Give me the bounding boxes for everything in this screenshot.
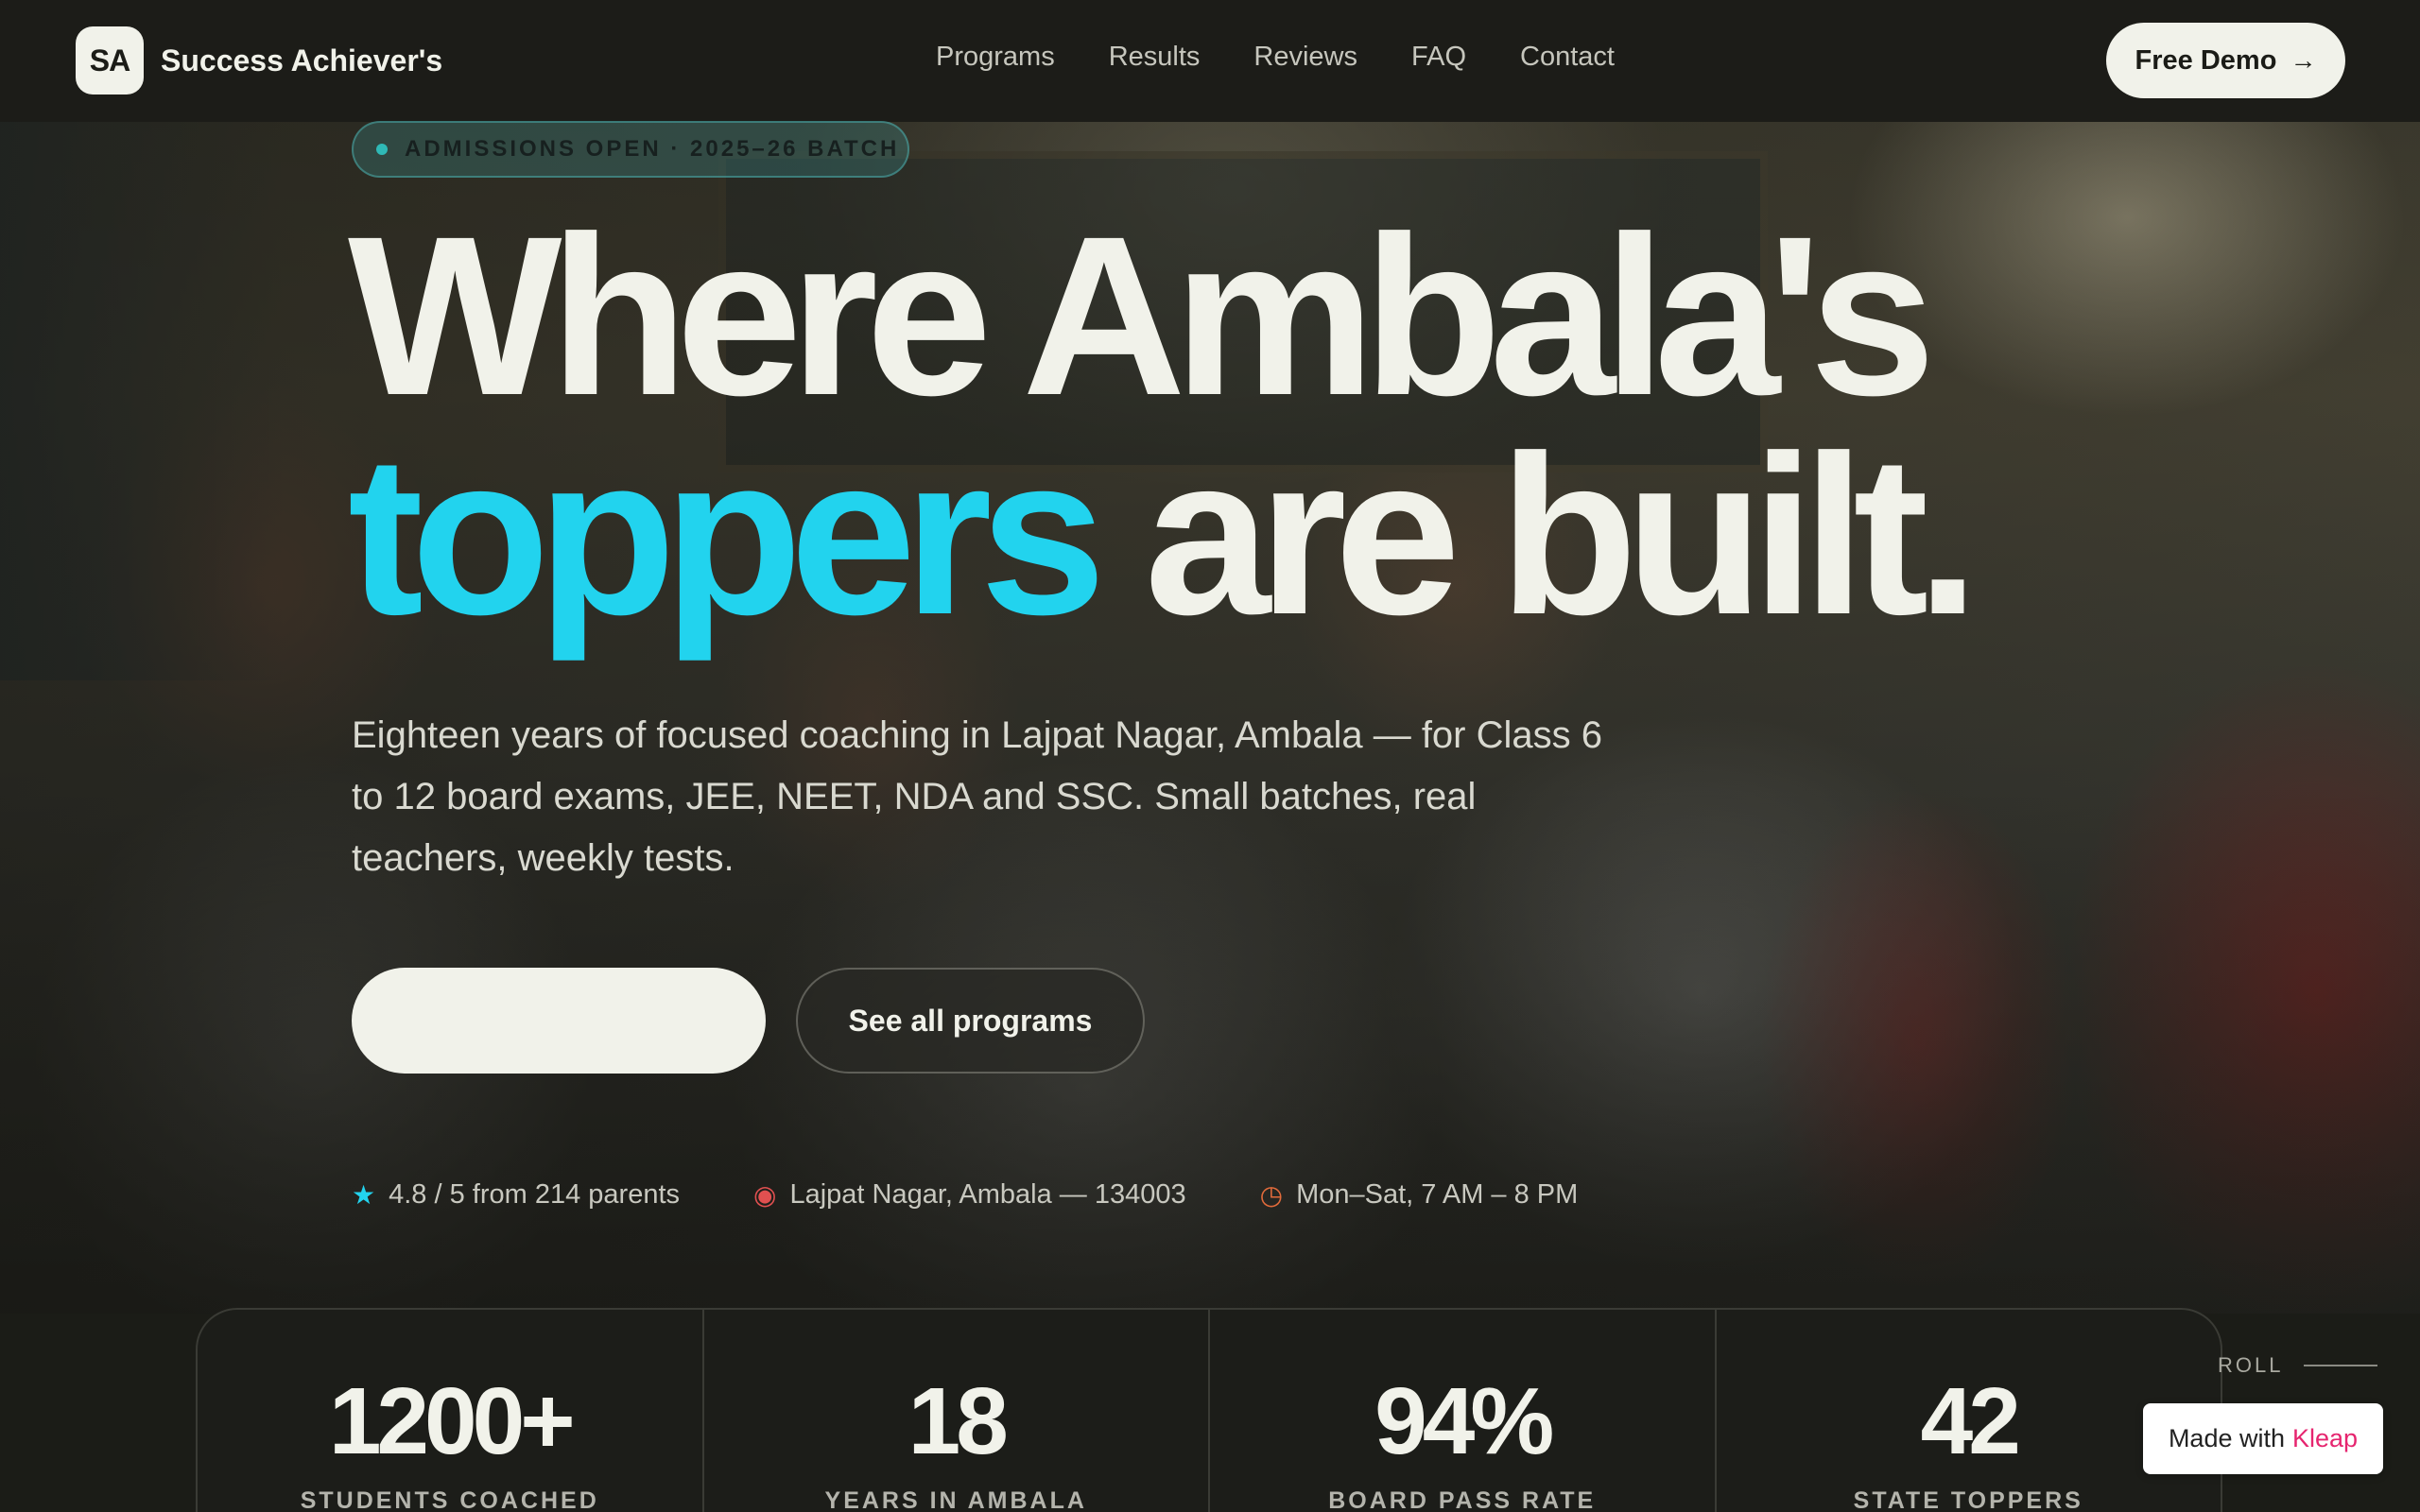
star-icon: ★ xyxy=(352,1180,376,1210)
stat-value: 1200+ xyxy=(328,1368,576,1474)
free-demo-label: Free Demo xyxy=(2135,44,2277,76)
scroll-hint[interactable]: ROLL xyxy=(2218,1353,2378,1378)
primary-cta-button[interactable] xyxy=(352,968,766,1074)
made-with-brand: Kleap xyxy=(2292,1424,2359,1452)
stat-pass-rate: 94% BOARD PASS RATE xyxy=(1210,1310,1717,1512)
location-text: Lajpat Nagar, Ambala — 134003 xyxy=(789,1179,1186,1210)
hero-meta-row: ★ 4.8 / 5 from 214 parents ◉ Lajpat Naga… xyxy=(352,1179,1578,1211)
clock-icon: ◷ xyxy=(1259,1180,1284,1210)
stat-label: BOARD PASS RATE xyxy=(1328,1487,1597,1512)
free-demo-button[interactable]: Free Demo → xyxy=(2106,23,2345,98)
nav-link-contact[interactable]: Contact xyxy=(1520,42,1615,73)
rating-text: 4.8 / 5 from 214 parents xyxy=(389,1179,681,1210)
scroll-line-icon xyxy=(2304,1365,2378,1366)
rating-meta: ★ 4.8 / 5 from 214 parents xyxy=(352,1179,680,1211)
admissions-badge: ADMISSIONS OPEN · 2025–26 BATCH xyxy=(352,121,909,178)
made-with-badge[interactable]: Made with Kleap xyxy=(2143,1403,2383,1474)
badge-text: ADMISSIONS OPEN · 2025–26 BATCH xyxy=(405,136,900,162)
nav-link-results[interactable]: Results xyxy=(1109,42,1201,73)
hero-headline: Where Ambala's toppers are built. xyxy=(348,189,1979,648)
headline-accent: toppers xyxy=(348,408,1106,662)
arrow-right-icon: → xyxy=(2290,45,2317,75)
headline-line-1: Where Ambala's xyxy=(348,189,1936,442)
location-meta: ◉ Lajpat Nagar, Ambala — 134003 xyxy=(753,1179,1186,1211)
stat-value: 94% xyxy=(1374,1368,1554,1474)
stat-years: 18 YEARS IN AMBALA xyxy=(704,1310,1210,1512)
see-all-programs-button[interactable]: See all programs xyxy=(796,968,1145,1074)
logo-mark: SA xyxy=(76,26,144,94)
nav-link-programs[interactable]: Programs xyxy=(936,42,1055,73)
hours-text: Mon–Sat, 7 AM – 8 PM xyxy=(1296,1179,1579,1210)
stat-students: 1200+ STUDENTS COACHED xyxy=(198,1310,704,1512)
stat-label: STATE TOPPERS xyxy=(1853,1487,2083,1512)
badge-dot-icon xyxy=(376,144,388,155)
hours-meta: ◷ Mon–Sat, 7 AM – 8 PM xyxy=(1260,1179,1579,1211)
nav-link-reviews[interactable]: Reviews xyxy=(1253,42,1357,73)
brand-logo[interactable]: SA Success Achiever's xyxy=(76,26,442,94)
stat-label: YEARS IN AMBALA xyxy=(824,1487,1087,1512)
headline-rest: are built. xyxy=(1144,408,1979,662)
stat-value: 18 xyxy=(908,1368,1009,1474)
stat-label: STUDENTS COACHED xyxy=(300,1487,599,1512)
hero-subtitle: Eighteen years of focused coaching in La… xyxy=(352,714,1602,879)
made-with-prefix: Made with xyxy=(2168,1424,2285,1452)
top-navbar: SA Success Achiever's Programs Results R… xyxy=(0,0,2420,122)
scroll-hint-text: ROLL xyxy=(2218,1353,2284,1377)
stats-bar: 1200+ STUDENTS COACHED 18 YEARS IN AMBAL… xyxy=(196,1308,2222,1512)
nav-links: Programs Results Reviews FAQ Contact xyxy=(936,42,1615,73)
headline-line-2: toppers are built. xyxy=(348,421,1979,648)
nav-link-faq[interactable]: FAQ xyxy=(1411,42,1466,73)
pin-icon: ◉ xyxy=(753,1180,777,1210)
logo-text: Success Achiever's xyxy=(161,43,443,77)
